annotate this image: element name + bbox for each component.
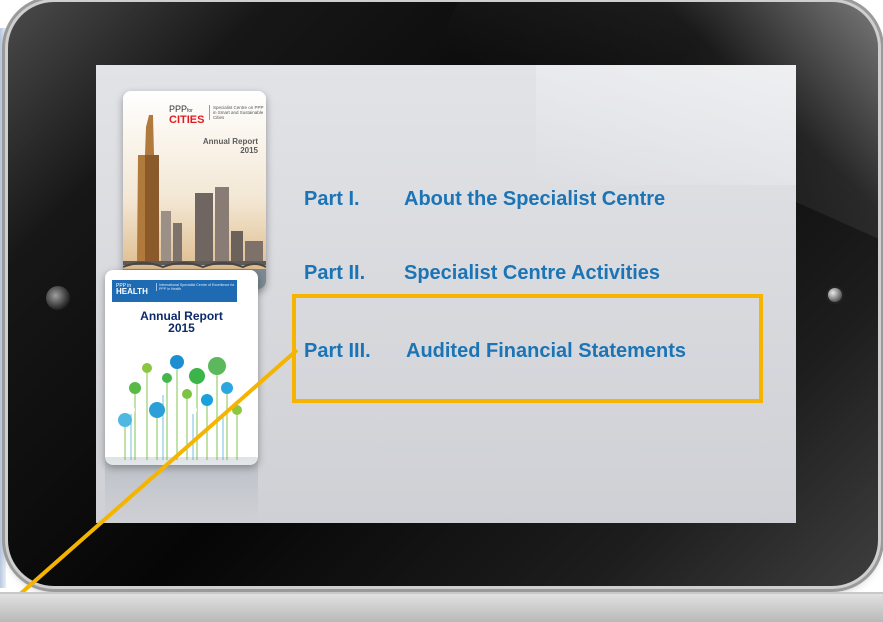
health-icon-tree-illustration bbox=[118, 355, 242, 460]
bottom-panel bbox=[0, 592, 883, 622]
cover-ppp-health[interactable]: PPP in HEALTH International Specialist C… bbox=[105, 270, 258, 465]
screen-shine bbox=[536, 65, 796, 185]
toc-part-title: Specialist Centre Activities bbox=[404, 262, 661, 284]
toc-part-number: Part II. bbox=[304, 262, 366, 284]
cover-reflection bbox=[105, 457, 258, 523]
cities-logo-description: Specialist Centre on PPP in Smart and Su… bbox=[209, 105, 266, 120]
toc-item-part-1[interactable]: Part I. About the Specialist Centre bbox=[304, 188, 665, 211]
left-edge-strip bbox=[0, 28, 6, 588]
highlight-box bbox=[292, 294, 763, 403]
cities-logo: PPPfor CITIES bbox=[169, 104, 205, 126]
home-button-icon[interactable] bbox=[826, 286, 844, 304]
cities-cover-title: Annual Report 2015 bbox=[203, 137, 258, 155]
cover-ppp-cities[interactable]: PPPfor CITIES Specialist Centre on PPP i… bbox=[123, 91, 266, 289]
cities-title-text: Annual Report bbox=[202, 137, 258, 146]
camera-icon bbox=[46, 286, 70, 310]
toc-part-title: About the Specialist Centre bbox=[404, 188, 666, 210]
cities-title-year: 2015 bbox=[240, 146, 258, 155]
toc-item-part-2[interactable]: Part II. Specialist Centre Activities bbox=[304, 262, 660, 285]
toc-part-number: Part I. bbox=[304, 188, 360, 210]
